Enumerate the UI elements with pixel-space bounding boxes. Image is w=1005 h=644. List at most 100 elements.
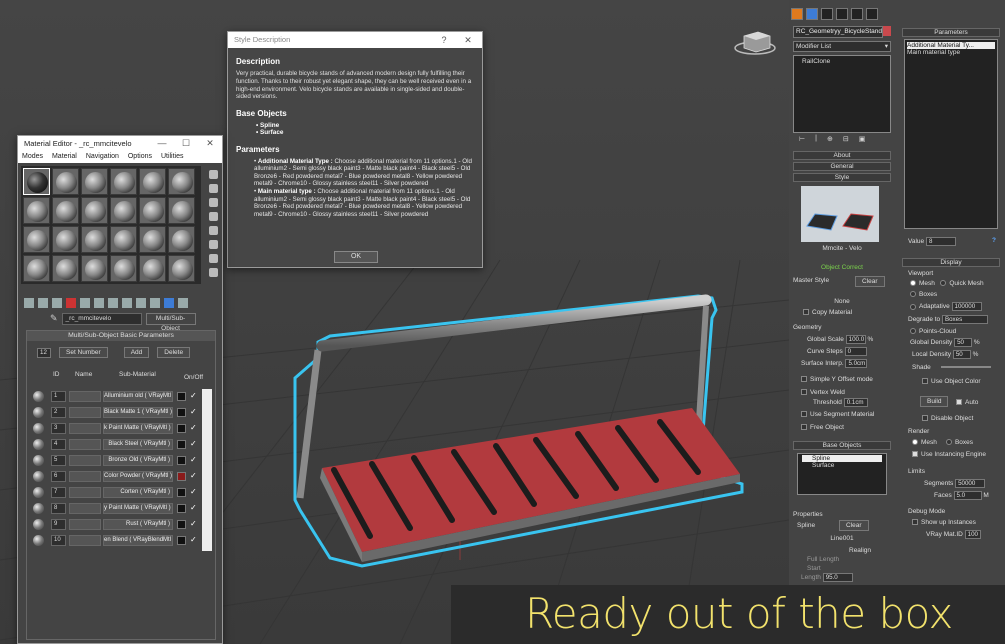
sample-type-icon[interactable] [209, 170, 218, 179]
simple-y-checkbox[interactable]: Simple Y Offset mode [801, 376, 891, 383]
row-color-swatch[interactable] [177, 392, 186, 401]
sample-slot[interactable] [81, 226, 108, 253]
sample-slot[interactable] [81, 168, 108, 195]
parameters-rollout[interactable]: Parameters [902, 28, 1000, 37]
go-to-parent-icon[interactable] [164, 298, 174, 308]
style-rollout[interactable]: Style [793, 173, 891, 182]
row-color-swatch[interactable] [177, 536, 186, 545]
vray-mat-id-field[interactable]: 100 [964, 530, 981, 539]
sample-slot[interactable] [23, 197, 50, 224]
get-material-icon[interactable] [24, 298, 34, 308]
sample-slot[interactable] [139, 255, 166, 282]
make-preview-icon[interactable] [209, 240, 218, 249]
row-on-off-checkbox[interactable]: ✓ [190, 392, 198, 400]
use-instancing-checkbox[interactable]: Use Instancing Engine [912, 451, 1000, 458]
segments-field[interactable]: 50000 [955, 479, 986, 488]
row-id[interactable]: 6 [51, 471, 66, 482]
stack-item-railclone[interactable]: RailClone [802, 58, 882, 65]
master-none-button[interactable]: None [793, 298, 891, 305]
base-objects-rollout[interactable]: Base Objects [793, 441, 891, 450]
sample-slot[interactable] [23, 168, 50, 195]
row-color-swatch[interactable] [177, 472, 186, 481]
row-on-off-checkbox[interactable]: ✓ [190, 520, 198, 528]
threshold-field[interactable]: 0.1cm [843, 398, 868, 407]
row-sub-material-button[interactable]: Black Matte 1 ( VRayMtl ) [103, 407, 173, 418]
degrade-dropdown[interactable]: Boxes [941, 315, 988, 324]
row-name-field[interactable] [69, 487, 101, 498]
curve-steps-field[interactable]: 0 [844, 347, 867, 356]
sample-slot[interactable] [168, 255, 195, 282]
reset-map-icon[interactable] [66, 298, 76, 308]
show-end-result-icon[interactable] [150, 298, 160, 308]
base-objects-list[interactable]: Spline Surface [797, 453, 887, 495]
close-button[interactable]: ✕ [456, 32, 480, 48]
param-item-main-material[interactable]: Main material type [907, 49, 995, 56]
row-id[interactable]: 5 [51, 455, 66, 466]
row-name-field[interactable] [69, 535, 101, 546]
row-sub-material-button[interactable]: Alluminium old ( VRayMtl ) [103, 391, 173, 402]
row-sub-material-button[interactable]: Corten ( VRayMtl ) [103, 487, 173, 498]
sub-material-scrollbar[interactable] [202, 389, 212, 551]
points-cloud-radio[interactable]: Points-Cloud [910, 328, 1000, 335]
maximize-button[interactable]: ☐ [174, 136, 198, 151]
disable-object-checkbox[interactable]: Disable Object [922, 415, 1000, 422]
rollout-title[interactable]: Multi/Sub-Object Basic Parameters [27, 331, 215, 341]
row-sub-material-button[interactable]: Rust ( VRayMtl ) [103, 519, 173, 530]
row-id[interactable]: 1 [51, 391, 66, 402]
background-icon[interactable] [209, 198, 218, 207]
show-end-icon[interactable]: | [815, 135, 817, 149]
base-object-surface[interactable]: Surface [802, 462, 882, 469]
use-object-color-checkbox[interactable]: Use Object Color [922, 378, 1000, 385]
make-unique-icon[interactable] [94, 298, 104, 308]
boxes-radio[interactable]: Boxes [910, 291, 1000, 298]
row-color-swatch[interactable] [177, 408, 186, 417]
assign-material-icon[interactable] [52, 298, 62, 308]
row-id[interactable]: 7 [51, 487, 66, 498]
row-sub-material-button[interactable]: k Paint Matte ( VRayMtl ) [103, 423, 173, 434]
sample-slot[interactable] [139, 226, 166, 253]
auto-checkbox[interactable]: Auto [956, 399, 978, 406]
sample-slot[interactable] [139, 197, 166, 224]
sample-slots[interactable] [21, 166, 201, 284]
put-to-scene-icon[interactable] [38, 298, 48, 308]
modify-tab-icon[interactable] [806, 8, 818, 20]
backlight-icon[interactable] [209, 184, 218, 193]
close-button[interactable]: ✕ [198, 136, 222, 151]
local-density-field[interactable]: 50 [952, 350, 971, 359]
sample-slot[interactable] [52, 197, 79, 224]
modifier-stack[interactable]: RailClone [793, 55, 891, 133]
render-boxes-radio[interactable] [945, 439, 952, 446]
set-number-button[interactable]: Set Number [59, 347, 108, 358]
length-field[interactable]: 95.0 [822, 573, 853, 582]
select-by-material-icon[interactable] [209, 268, 218, 277]
remove-modifier-icon[interactable]: ⊟ [843, 135, 849, 149]
row-on-off-checkbox[interactable]: ✓ [190, 536, 198, 544]
row-on-off-checkbox[interactable]: ✓ [190, 504, 198, 512]
configure-icon[interactable]: ▣ [859, 135, 866, 149]
row-sub-material-button[interactable]: Black Steel ( VRayMtl ) [103, 439, 173, 450]
value-field[interactable]: 8 [925, 237, 956, 246]
hierarchy-tab-icon[interactable] [821, 8, 833, 20]
row-on-off-checkbox[interactable]: ✓ [190, 424, 198, 432]
copy-material-checkbox[interactable]: Copy Material [803, 309, 891, 316]
row-sub-material-button[interactable]: y Paint Matte ( VRayMtl ) [103, 503, 173, 514]
sample-slot[interactable] [52, 255, 79, 282]
row-name-field[interactable] [69, 423, 101, 434]
modifier-list-dropdown[interactable]: Modifier List ▾ [793, 41, 891, 52]
row-sub-material-button[interactable]: en Blend ( VRayBlendMtl ) [103, 535, 173, 546]
sample-slot[interactable] [110, 168, 137, 195]
row-color-swatch[interactable] [177, 424, 186, 433]
sample-slot[interactable] [110, 255, 137, 282]
adaptative-radio[interactable] [910, 303, 916, 310]
sample-slot[interactable] [168, 168, 195, 195]
sample-slot[interactable] [52, 226, 79, 253]
sample-slot[interactable] [110, 197, 137, 224]
sample-slot[interactable] [52, 168, 79, 195]
copy-material-icon[interactable] [80, 298, 90, 308]
realign-button[interactable]: Realign [849, 547, 891, 554]
material-id-icon[interactable] [122, 298, 132, 308]
param-item-additional-material[interactable]: Additional Material Ty... [907, 42, 995, 49]
row-id[interactable]: 3 [51, 423, 66, 434]
row-name-field[interactable] [69, 439, 101, 450]
show-up-instances-checkbox[interactable]: Show up Instances [912, 519, 1000, 526]
